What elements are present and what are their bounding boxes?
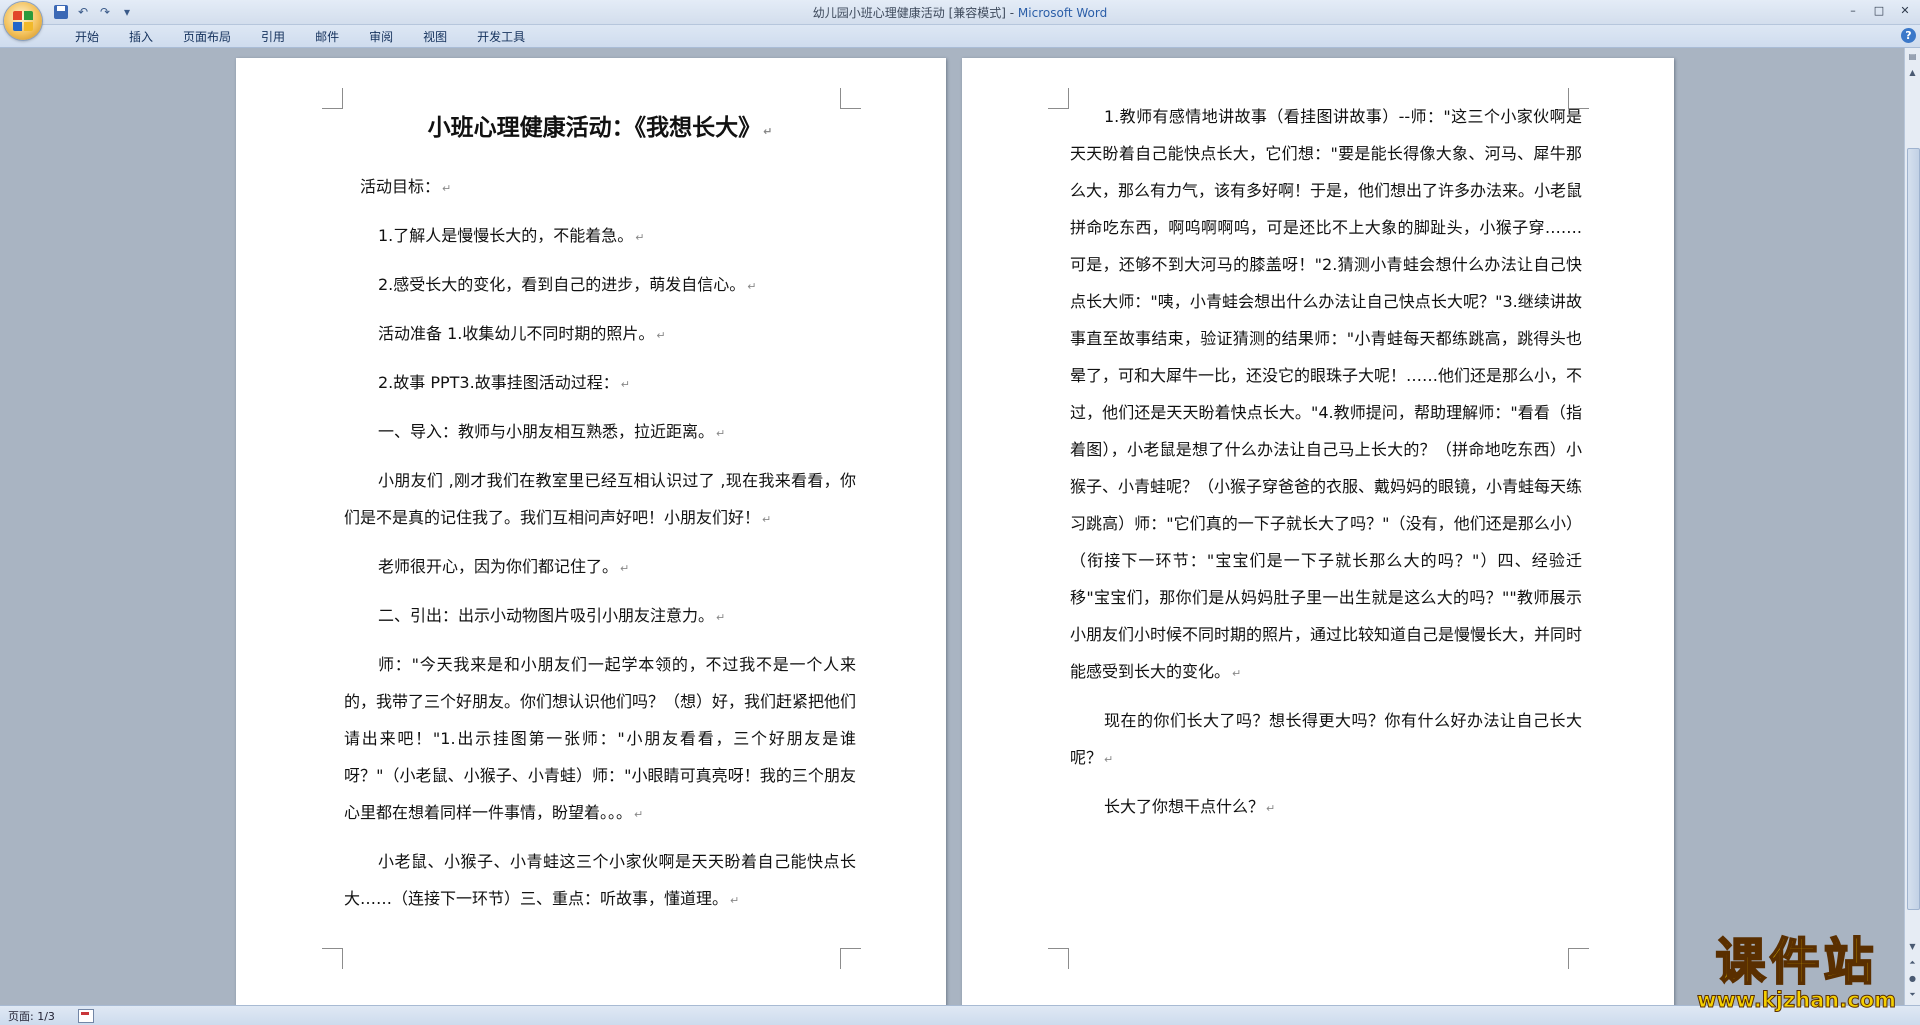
paragraph-text: 1.了解人是慢慢长大的，不能着急。	[378, 226, 634, 245]
paragraph-mark: ↵	[1104, 753, 1114, 766]
paragraph: 2.感受长大的变化，看到自己的进步，萌发自信心。 ↵	[344, 266, 856, 305]
paragraph: 活动准备 1.收集幼儿不同时期的照片。 ↵	[344, 315, 856, 354]
paragraph-mark: ↵	[1266, 802, 1276, 815]
minimize-button[interactable]: –	[1844, 2, 1862, 20]
window-title: 幼儿园小班心理健康活动 [兼容模式] - Microsoft Word	[0, 4, 1920, 21]
margin-corner-mark	[1048, 948, 1069, 969]
paragraph-text: 活动准备 1.收集幼儿不同时期的照片。	[378, 324, 655, 343]
next-page-icon[interactable]: ⏷	[1906, 988, 1919, 1002]
paragraph-text: 长大了你想干点什么？	[1104, 797, 1265, 816]
ruler-toggle-icon[interactable]: ▤	[1906, 50, 1919, 64]
paragraph-text: 2.感受长大的变化，看到自己的进步，萌发自信心。	[378, 275, 746, 294]
paragraph-mark: ↵	[763, 125, 773, 138]
watermark-logo: 课件站 www.kjzhan.com	[1696, 933, 1896, 1012]
window-controls: – □ ✕	[1844, 2, 1914, 20]
title-bar: ↶ ↷ ▾ 幼儿园小班心理健康活动 [兼容模式] - Microsoft Wor…	[0, 0, 1920, 40]
paragraph-mark: ↵	[635, 231, 645, 244]
vertical-scrollbar[interactable]: ▤ ▲ ▼ ⏶ ● ⏷	[1904, 48, 1920, 1006]
paragraph-mark: ↵	[634, 808, 644, 821]
margin-corner-mark	[1568, 948, 1589, 969]
paragraph-text: 老师很开心，因为你们都记住了。	[378, 557, 619, 576]
paragraph: 一、导入：教师与小朋友相互熟悉，拉近距离。 ↵	[344, 413, 856, 452]
watermark-url: www.kjzhan.com	[1696, 988, 1896, 1012]
document-heading: 小班心理健康活动：《我想长大》 ↵	[344, 106, 856, 154]
help-icon[interactable]: ?	[1901, 28, 1916, 43]
document-title: 幼儿园小班心理健康活动 [兼容模式] -	[812, 6, 1018, 20]
paragraph: 1.了解人是慢慢长大的，不能着急。 ↵	[344, 217, 856, 256]
paragraph-text: 师："今天我来是和小朋友们一起学本领的，不过我不是一个人来的，我带了三个好朋友。…	[344, 655, 857, 822]
paragraph-mark: ↵	[442, 182, 452, 195]
paragraph: 长大了你想干点什么？ ↵	[1070, 788, 1582, 827]
paragraph: 1.教师有感情地讲故事（看挂图讲故事）--师："这三个小家伙啊是天天盼着自己能快…	[1070, 98, 1582, 692]
document-workspace[interactable]: 小班心理健康活动：《我想长大》 ↵ 活动目标： ↵ 1.了解人是慢慢长大的，不能着急…	[0, 48, 1905, 1006]
paragraph-mark: ↵	[716, 427, 726, 440]
margin-corner-mark	[322, 948, 343, 969]
maximize-button[interactable]: □	[1870, 2, 1888, 20]
heading-text: 小班心理健康活动：《我想长大》	[427, 115, 762, 141]
paragraph-mark: ↵	[716, 611, 726, 624]
paragraph-text: 小老鼠、小猴子、小青蛙这三个小家伙啊是天天盼着自己能快点长大……（连接下一环节）…	[344, 852, 856, 908]
scroll-up-icon[interactable]: ▲	[1906, 66, 1919, 80]
tab-review[interactable]: 审阅	[354, 29, 408, 45]
paragraph-mark: ↵	[730, 894, 740, 907]
paragraph: 2.故事 PPT3.故事挂图活动过程： ↵	[344, 364, 856, 403]
paragraph-text: 现在的你们长大了吗？想长得更大吗？你有什么好办法让自己长大呢？	[1070, 711, 1582, 767]
ribbon-tabs: 开始 插入 页面布局 引用 邮件 审阅 视图 开发工具	[60, 29, 540, 45]
paragraph: 小老鼠、小猴子、小青蛙这三个小家伙啊是天天盼着自己能快点长大……（连接下一环节）…	[344, 843, 856, 919]
ribbon-tab-bar: 开始 插入 页面布局 引用 邮件 审阅 视图 开发工具 ?	[0, 25, 1920, 48]
status-bar: 页面: 1/3	[0, 1005, 1920, 1025]
previous-page-icon[interactable]: ⏶	[1906, 956, 1919, 970]
paragraph-text: 二、引出：出示小动物图片吸引小朋友注意力。	[378, 606, 715, 625]
paragraph-mark: ↵	[620, 378, 630, 391]
page-1[interactable]: 小班心理健康活动：《我想长大》 ↵ 活动目标： ↵ 1.了解人是慢慢长大的，不能着急…	[236, 58, 946, 1006]
paragraph-text: 一、导入：教师与小朋友相互熟悉，拉近距离。	[378, 422, 715, 441]
scroll-down-icon[interactable]: ▼	[1906, 940, 1919, 954]
tab-mailings[interactable]: 邮件	[300, 29, 354, 45]
paragraph-mark: ↵	[1232, 667, 1242, 680]
page-2[interactable]: 1.教师有感情地讲故事（看挂图讲故事）--师："这三个小家伙啊是天天盼着自己能快…	[962, 58, 1674, 1006]
paragraph-text: 小朋友们 ,刚才我们在教室里已经互相认识过了 ,现在我来看看，你们是不是真的记住…	[344, 471, 856, 527]
paragraph-text: 1.教师有感情地讲故事（看挂图讲故事）--师："这三个小家伙啊是天天盼着自己能快…	[1070, 107, 1583, 681]
tab-page-layout[interactable]: 页面布局	[168, 29, 246, 45]
tab-view[interactable]: 视图	[408, 29, 462, 45]
page-2-body[interactable]: 1.教师有感情地讲故事（看挂图讲故事）--师："这三个小家伙啊是天天盼着自己能快…	[1070, 98, 1582, 837]
paragraph-mark: ↵	[620, 562, 630, 575]
margin-corner-mark	[322, 88, 343, 109]
app-name: Microsoft Word	[1017, 6, 1108, 20]
paragraph: 小朋友们 ,刚才我们在教室里已经互相认识过了 ,现在我来看看，你们是不是真的记住…	[344, 462, 856, 538]
paragraph-text: 2.故事 PPT3.故事挂图活动过程：	[378, 373, 619, 392]
macro-recording-icon[interactable]	[78, 1009, 94, 1023]
margin-corner-mark	[1048, 88, 1069, 109]
tab-insert[interactable]: 插入	[114, 29, 168, 45]
paragraph: 二、引出：出示小动物图片吸引小朋友注意力。 ↵	[344, 597, 856, 636]
paragraph-text: 活动目标：	[360, 177, 441, 196]
paragraph-mark: ↵	[762, 513, 772, 526]
page-count[interactable]: 页面: 1/3	[8, 1008, 55, 1024]
close-button[interactable]: ✕	[1896, 2, 1914, 20]
select-browse-object-icon[interactable]: ●	[1906, 972, 1919, 986]
paragraph: 老师很开心，因为你们都记住了。 ↵	[344, 548, 856, 587]
office-button[interactable]	[4, 2, 42, 40]
tab-home[interactable]: 开始	[60, 29, 114, 45]
paragraph: 活动目标： ↵	[344, 168, 856, 207]
office-logo-icon	[13, 11, 33, 31]
paragraph-mark: ↵	[747, 280, 757, 293]
scrollbar-thumb[interactable]	[1907, 148, 1920, 910]
page-1-body[interactable]: 小班心理健康活动：《我想长大》 ↵ 活动目标： ↵ 1.了解人是慢慢长大的，不能着急…	[344, 98, 856, 929]
tab-references[interactable]: 引用	[246, 29, 300, 45]
watermark-brand: 课件站	[1714, 933, 1878, 991]
tab-developer[interactable]: 开发工具	[462, 29, 540, 45]
paragraph-mark: ↵	[656, 329, 666, 342]
paragraph: 师："今天我来是和小朋友们一起学本领的，不过我不是一个人来的，我带了三个好朋友。…	[344, 646, 856, 833]
paragraph: 现在的你们长大了吗？想长得更大吗？你有什么好办法让自己长大呢？ ↵	[1070, 702, 1582, 778]
margin-corner-mark	[840, 948, 861, 969]
